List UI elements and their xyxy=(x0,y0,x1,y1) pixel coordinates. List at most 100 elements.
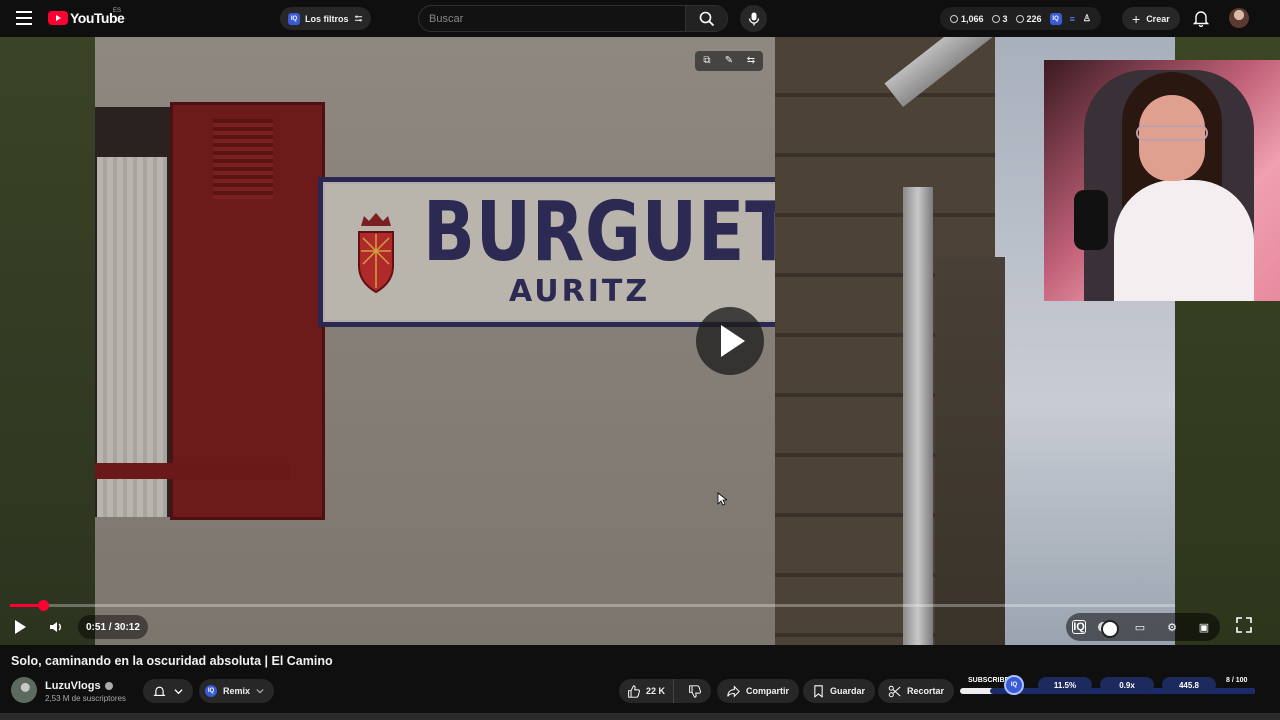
subtitles-icon[interactable]: ▭ xyxy=(1130,618,1150,636)
iq-percent: 11.5% xyxy=(1038,677,1092,693)
bell-icon xyxy=(153,686,166,696)
iq-extension-icon: IQ xyxy=(288,12,300,25)
chevron-down-icon xyxy=(174,688,183,694)
sliders-icon xyxy=(354,15,362,22)
red-shutter xyxy=(170,102,325,520)
drainpipe xyxy=(903,187,933,645)
share-icon xyxy=(727,684,740,698)
other-value: 226 xyxy=(1026,13,1042,24)
iq-value: 445.8 xyxy=(1162,677,1216,693)
shutter-slats xyxy=(213,119,273,199)
remix-label: Remix xyxy=(223,686,251,696)
player-controls: 0:51 / 30:12 IQ ▭ ⚙ ▣ xyxy=(0,612,1280,642)
bell-icon xyxy=(1192,11,1210,28)
save-button[interactable]: Guardar xyxy=(803,679,876,703)
video-title: Solo, caminando en la oscuridad absoluta… xyxy=(11,654,333,668)
pip-icon[interactable]: ⧉ xyxy=(699,55,715,67)
stone-column xyxy=(935,257,1005,645)
views-stat: 1,066 xyxy=(950,14,984,24)
town-sign: BURGUETE AURITZ xyxy=(318,177,839,327)
iq-player-icon[interactable]: IQ xyxy=(1072,620,1086,634)
iq-count: 8 / 100 xyxy=(1226,677,1248,684)
fullscreen-icon[interactable] xyxy=(1236,617,1252,633)
share-label: Compartir xyxy=(746,686,790,696)
translate-icon[interactable]: ⇆ xyxy=(743,55,759,67)
watching-stat: 3 xyxy=(991,13,1008,24)
thumbs-down-icon xyxy=(689,684,701,698)
time-display: 0:51 / 30:12 xyxy=(78,615,148,639)
sign-sub-text: AURITZ xyxy=(509,274,651,309)
crest-icon xyxy=(358,213,394,294)
menu-icon[interactable] xyxy=(16,11,32,25)
save-label: Guardar xyxy=(830,686,866,696)
mic-icon xyxy=(748,12,759,25)
remix-button[interactable]: IQ Remix xyxy=(199,679,275,703)
clip-button[interactable]: Recortar xyxy=(878,679,955,703)
like-dislike-group: 22 K xyxy=(619,679,711,703)
progress-bar[interactable] xyxy=(10,600,1175,611)
clip-label: Recortar xyxy=(907,686,945,696)
youtube-play-icon xyxy=(48,11,68,25)
iq-extension-icon: IQ xyxy=(205,685,217,697)
channel-avatar[interactable] xyxy=(11,677,37,703)
notifications-button[interactable] xyxy=(1192,9,1210,28)
masthead: YouTube ES IQ Los filtros 1,066 3 226 IQ… xyxy=(0,0,1280,37)
play-icon[interactable] xyxy=(15,620,26,634)
eye-icon xyxy=(1015,14,1024,23)
overlay-toolbar: ⧉ ✎ ⇆ xyxy=(695,51,763,71)
theater-mode-icon[interactable]: ▣ xyxy=(1194,618,1214,636)
like-button[interactable]: 22 K xyxy=(619,679,675,703)
volume-icon[interactable] xyxy=(48,619,64,635)
right-controls: IQ ▭ ⚙ ▣ xyxy=(1066,613,1220,641)
create-label: Crear xyxy=(1146,13,1170,24)
iq-extension-icon[interactable]: IQ xyxy=(1049,12,1062,25)
subscriber-count: 2,53 M de suscriptores xyxy=(45,694,126,703)
glasses xyxy=(1136,125,1208,141)
trophy-icon[interactable]: ♙ xyxy=(1083,13,1091,24)
settings-icon[interactable]: ⚙ xyxy=(1162,618,1182,636)
video-frame[interactable]: BURGUETE AURITZ ⧉ ✎ ⇆ xyxy=(95,37,1175,645)
youtube-logo[interactable]: YouTube ES xyxy=(48,8,125,26)
eye-icon xyxy=(991,14,1000,23)
video-player[interactable]: BURGUETE AURITZ ⧉ ✎ ⇆ 0:51 / 30:12 IQ ▭ … xyxy=(0,37,1280,645)
large-play-button[interactable] xyxy=(696,307,764,375)
search-button[interactable] xyxy=(685,6,727,31)
dislike-button[interactable] xyxy=(680,684,709,698)
channel-name[interactable]: LuzuVlogs xyxy=(45,680,101,692)
search-box xyxy=(418,5,728,32)
filters-label: Los filtros xyxy=(305,13,349,24)
plus-icon: + xyxy=(1132,10,1141,27)
mouse-cursor-icon xyxy=(717,492,727,506)
verified-icon xyxy=(104,682,113,690)
thumbs-up-icon xyxy=(628,684,640,698)
logo-country-code: ES xyxy=(113,8,122,14)
share-button[interactable]: Compartir xyxy=(717,679,800,703)
search-icon xyxy=(699,11,714,26)
window-sill xyxy=(95,463,290,479)
autoplay-toggle[interactable] xyxy=(1098,618,1119,638)
facecam-overlay xyxy=(1044,60,1280,301)
microphone xyxy=(1074,190,1108,250)
scroll-edge xyxy=(0,713,1280,720)
streamer-hoodie xyxy=(1114,180,1254,301)
iq-multiplier: 0.9x xyxy=(1100,677,1154,693)
create-button[interactable]: + Crear xyxy=(1122,7,1180,30)
like-count: 22 K xyxy=(646,686,666,696)
iq-stats-bar[interactable]: 1,066 3 226 IQ ≡ ♙ xyxy=(940,7,1101,30)
watching-value: 3 xyxy=(1002,13,1008,24)
scrubber-handle[interactable] xyxy=(38,600,49,611)
toggle-switch xyxy=(1098,620,1119,638)
iq-subscribers-panel[interactable]: SUBSCRIBERS IQ 11.5% 0.9x 445.8 8 / 100 xyxy=(960,672,1260,708)
scissors-icon xyxy=(888,685,901,697)
account-avatar[interactable] xyxy=(1229,8,1249,28)
chevron-down-icon xyxy=(256,688,264,694)
list-icon[interactable]: ≡ xyxy=(1070,14,1075,24)
ambient-left xyxy=(0,37,95,645)
notes-icon[interactable]: ✎ xyxy=(721,55,737,67)
subscription-button[interactable] xyxy=(143,679,193,703)
iq-logo-icon: IQ xyxy=(1004,675,1024,695)
voice-search-button[interactable] xyxy=(740,5,767,32)
channel-name-row[interactable]: LuzuVlogs xyxy=(45,680,113,692)
search-input[interactable] xyxy=(419,6,685,31)
filters-button[interactable]: IQ Los filtros xyxy=(280,7,371,30)
